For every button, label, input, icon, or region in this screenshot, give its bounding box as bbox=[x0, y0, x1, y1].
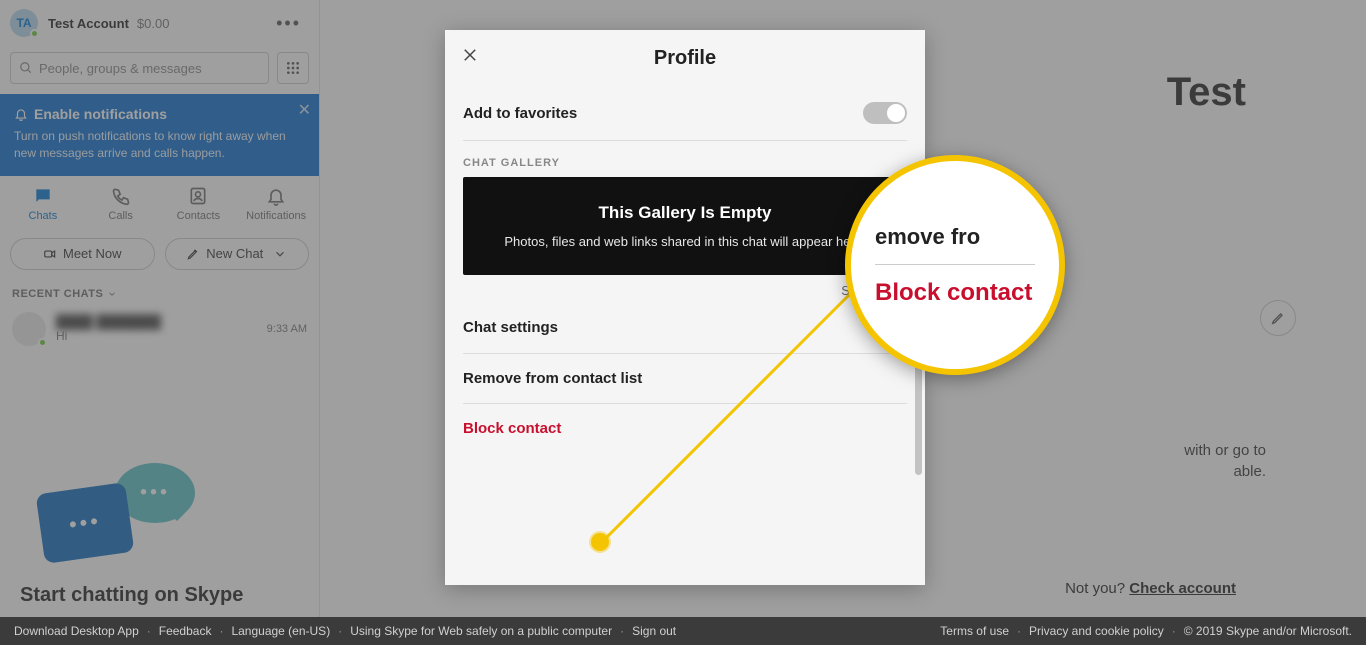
contacts-icon bbox=[188, 186, 208, 206]
close-icon bbox=[461, 46, 479, 64]
modal-title: Profile bbox=[654, 47, 716, 70]
user-avatar[interactable]: TA bbox=[10, 9, 38, 37]
avatar-initials: TA bbox=[16, 16, 31, 30]
gallery-empty-desc: Photos, files and web links shared in th… bbox=[483, 233, 887, 251]
modal-header: Profile bbox=[445, 30, 925, 86]
check-account-link[interactable]: Check account bbox=[1129, 580, 1236, 597]
notification-title-row: Enable notifications bbox=[14, 106, 305, 122]
meet-now-button[interactable]: Meet Now bbox=[10, 238, 155, 270]
chevron-down-icon bbox=[273, 247, 287, 261]
compose-icon bbox=[186, 247, 200, 261]
bell-icon bbox=[14, 107, 28, 121]
nav-tabs: Chats Calls Contacts Notifications bbox=[0, 176, 319, 228]
footer-safety-link[interactable]: Using Skype for Web safely on a public c… bbox=[350, 624, 612, 638]
recent-chats-header[interactable]: RECENT CHATS bbox=[0, 280, 319, 304]
notification-description: Turn on push notifications to know right… bbox=[14, 128, 305, 162]
sidebar: TA Test Account $0.00 ••• People, groups… bbox=[0, 0, 320, 617]
promo-title: Start chatting on Skype bbox=[20, 584, 243, 607]
account-balance: $0.00 bbox=[137, 16, 170, 31]
add-favorites-label: Add to favorites bbox=[463, 105, 577, 122]
chat-contact-name: ████ ███████ bbox=[56, 314, 267, 329]
status-online-icon bbox=[38, 338, 47, 347]
hint-line2: able. bbox=[1233, 463, 1266, 480]
account-name: Test Account bbox=[48, 16, 129, 31]
chat-settings-label: Chat settings bbox=[463, 319, 558, 336]
highlight-magnifier: emove fro Block contact bbox=[845, 155, 1065, 375]
highlight-anchor-dot bbox=[591, 533, 609, 551]
remove-contact-label: Remove from contact list bbox=[463, 370, 642, 387]
magnifier-block-contact: Block contact bbox=[875, 279, 1035, 307]
new-chat-button[interactable]: New Chat bbox=[165, 238, 310, 270]
footer-terms-link[interactable]: Terms of use bbox=[940, 624, 1009, 638]
nav-calls[interactable]: Calls bbox=[86, 186, 156, 222]
chat-icon bbox=[33, 186, 53, 206]
chat-settings-row[interactable]: Chat settings bbox=[463, 302, 907, 354]
search-input[interactable]: People, groups & messages bbox=[10, 52, 269, 84]
promo-panel: ••• ••• Start chatting on Skype bbox=[20, 458, 243, 607]
sidebar-header: TA Test Account $0.00 ••• bbox=[0, 0, 319, 46]
speech-bubble-icon: ••• bbox=[36, 482, 135, 564]
footer-feedback-link[interactable]: Feedback bbox=[159, 624, 212, 638]
search-icon bbox=[19, 61, 33, 75]
chat-timestamp: 9:33 AM bbox=[267, 323, 307, 335]
chevron-down-icon bbox=[107, 289, 117, 299]
bell-outline-icon bbox=[266, 186, 286, 206]
remove-contact-row[interactable]: Remove from contact list bbox=[463, 354, 907, 404]
chat-gallery-heading: CHAT GALLERY bbox=[463, 141, 907, 177]
add-favorites-row[interactable]: Add to favorites bbox=[463, 86, 907, 141]
chat-item-main: ████ ███████ Hi bbox=[56, 314, 267, 343]
meet-now-label: Meet Now bbox=[63, 246, 122, 261]
modal-body: Add to favorites CHAT GALLERY This Galle… bbox=[445, 86, 925, 585]
more-menu-button[interactable]: ••• bbox=[268, 9, 309, 38]
footer-download-link[interactable]: Download Desktop App bbox=[14, 624, 139, 638]
footer-privacy-link[interactable]: Privacy and cookie policy bbox=[1029, 624, 1164, 638]
edit-button[interactable] bbox=[1260, 300, 1296, 336]
magnifier-top-text: emove fro bbox=[875, 224, 1035, 265]
nav-contacts-label: Contacts bbox=[177, 210, 220, 222]
hint-line1: with or go to bbox=[1184, 442, 1266, 459]
search-placeholder: People, groups & messages bbox=[39, 61, 202, 76]
dialpad-button[interactable] bbox=[277, 52, 309, 84]
footer: Download Desktop App· Feedback· Language… bbox=[0, 617, 1366, 645]
nav-calls-label: Calls bbox=[108, 210, 132, 222]
not-you-label: Not you? bbox=[1065, 580, 1125, 597]
block-contact-label: Block contact bbox=[463, 420, 561, 437]
nav-notifications-label: Notifications bbox=[246, 210, 306, 222]
footer-copyright: © 2019 Skype and/or Microsoft. bbox=[1184, 624, 1352, 638]
status-online-icon bbox=[30, 29, 39, 38]
favorites-toggle[interactable] bbox=[863, 102, 907, 124]
nav-notifications[interactable]: Notifications bbox=[241, 186, 311, 222]
phone-icon bbox=[111, 186, 131, 206]
footer-language-link[interactable]: Language (en-US) bbox=[231, 624, 330, 638]
notification-banner[interactable]: ✕ Enable notifications Turn on push noti… bbox=[0, 94, 319, 176]
promo-illustration: ••• ••• bbox=[20, 458, 220, 578]
footer-signout-link[interactable]: Sign out bbox=[632, 624, 676, 638]
action-buttons: Meet Now New Chat bbox=[0, 228, 319, 280]
nav-chats[interactable]: Chats bbox=[8, 186, 78, 222]
close-modal-button[interactable] bbox=[461, 46, 479, 69]
recent-chats-label: RECENT CHATS bbox=[12, 288, 103, 300]
block-contact-row[interactable]: Block contact bbox=[463, 404, 907, 453]
new-chat-label: New Chat bbox=[206, 246, 263, 261]
gallery-empty-title: This Gallery Is Empty bbox=[483, 203, 887, 223]
search-row: People, groups & messages bbox=[0, 46, 319, 94]
show-more-link[interactable]: Show more bbox=[463, 275, 907, 302]
dialpad-icon bbox=[285, 60, 301, 76]
notification-title: Enable notifications bbox=[34, 106, 167, 122]
pencil-icon bbox=[1270, 310, 1286, 326]
chat-list-item[interactable]: ████ ███████ Hi 9:33 AM bbox=[0, 304, 319, 354]
nav-contacts[interactable]: Contacts bbox=[163, 186, 233, 222]
not-you-row: Not you? Check account bbox=[1065, 580, 1236, 597]
nav-chats-label: Chats bbox=[29, 210, 58, 222]
contact-name-heading: Test bbox=[1167, 70, 1246, 115]
video-icon bbox=[43, 247, 57, 261]
chat-preview: Hi bbox=[56, 329, 267, 343]
close-icon[interactable]: ✕ bbox=[298, 100, 311, 120]
main-hint-text: with or go to able. bbox=[1184, 440, 1266, 482]
contact-avatar bbox=[12, 312, 46, 346]
chat-gallery-panel: This Gallery Is Empty Photos, files and … bbox=[463, 177, 907, 275]
